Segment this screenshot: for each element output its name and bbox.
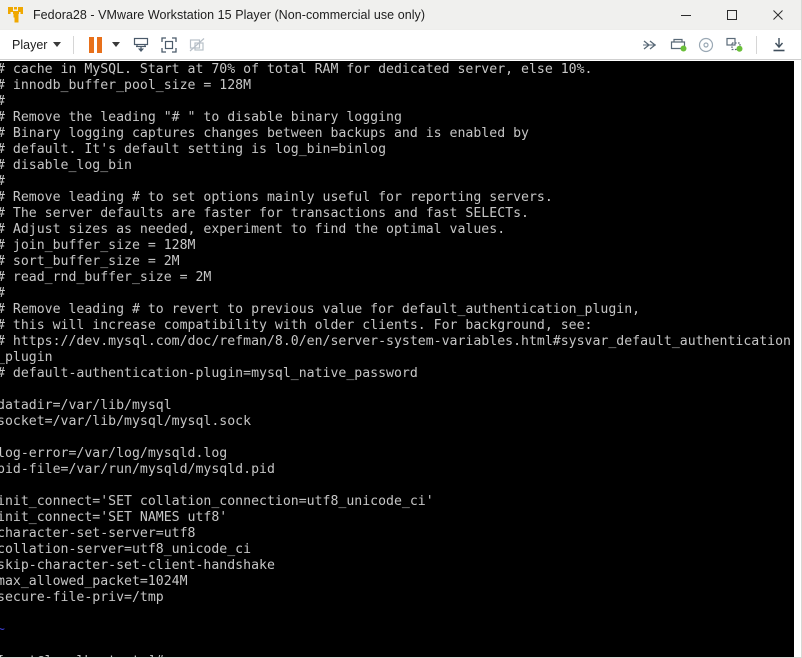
vim-tilde-marker: ~ bbox=[0, 622, 5, 637]
terminal-line: datadir=/var/lib/mysql bbox=[0, 398, 172, 413]
shell-prompt-line: [root@localhost etc]# bbox=[0, 654, 794, 657]
terminal-line: # The server defaults are faster for tra… bbox=[0, 206, 529, 221]
shell-prompt: [root@localhost etc]# bbox=[0, 654, 172, 657]
terminal-line: pid-file=/var/run/mysqld/mysqld.pid bbox=[0, 462, 275, 477]
terminal-line: # innodb_buffer_pool_size = 128M bbox=[0, 78, 252, 93]
network-adapter-icon bbox=[726, 37, 743, 52]
full-screen-icon bbox=[161, 36, 178, 53]
window-controls bbox=[663, 0, 801, 30]
terminal-line: init_connect='SET NAMES utf8' bbox=[0, 510, 228, 525]
terminal-line: # Binary logging captures changes betwee… bbox=[0, 126, 529, 141]
terminal-line: collation-server=utf8_unicode_ci bbox=[0, 542, 252, 557]
terminal-line: max_allowed_packet=1024M bbox=[0, 574, 188, 589]
terminal-line: character-set-server=utf8 bbox=[0, 526, 196, 541]
double-chevron-right-icon bbox=[643, 40, 657, 50]
terminal-line: # bbox=[0, 174, 794, 190]
toolbar-right-group bbox=[636, 30, 793, 60]
guest-terminal-screen[interactable]: # cache in MySQL. Start at 70% of total … bbox=[0, 61, 794, 657]
cd-dvd-drive-button[interactable] bbox=[693, 32, 719, 58]
vmware-logo-icon bbox=[8, 6, 23, 22]
maximize-button[interactable] bbox=[709, 0, 755, 30]
pause-button[interactable] bbox=[84, 32, 106, 58]
terminal-line: # disable_log_bin bbox=[0, 158, 132, 173]
terminal-line: # read_rnd_buffer_size = 2M bbox=[0, 270, 212, 285]
terminal-line: skip-character-set-client-handshake bbox=[0, 558, 275, 573]
usb-device-button[interactable] bbox=[766, 32, 792, 58]
terminal-line: # default. It's default setting is log_b… bbox=[0, 142, 387, 157]
terminal-line: log-error=/var/log/mysqld.log bbox=[0, 446, 228, 461]
close-button[interactable] bbox=[755, 0, 801, 30]
terminal-line: secure-file-priv=/tmp bbox=[0, 590, 164, 605]
download-usb-icon bbox=[773, 38, 785, 52]
terminal-line: # this will increase compatibility with … bbox=[0, 318, 593, 333]
send-ctrl-alt-del-button[interactable] bbox=[128, 32, 154, 58]
toolbar-divider bbox=[756, 36, 757, 54]
toolbar-divider bbox=[73, 35, 75, 54]
player-menu-label: Player bbox=[12, 37, 48, 52]
player-menu-button[interactable]: Player bbox=[8, 36, 65, 54]
network-adapter-button[interactable] bbox=[721, 32, 747, 58]
chevron-down-icon bbox=[53, 42, 62, 47]
terminal-line: # Remove the leading "# " to disable bin… bbox=[0, 110, 402, 125]
printer-icon bbox=[670, 38, 687, 52]
terminal-line: # bbox=[0, 286, 794, 302]
terminal-line: socket=/var/lib/mysql/mysql.sock bbox=[0, 414, 252, 429]
expand-toolbar-button[interactable] bbox=[637, 32, 663, 58]
terminal-line: # cache in MySQL. Start at 70% of total … bbox=[0, 62, 593, 77]
terminal-line: # https://dev.mysql.com/doc/refman/8.0/e… bbox=[0, 334, 791, 349]
terminal-line: # Adjust sizes as needed, experiment to … bbox=[0, 222, 506, 237]
terminal-line: # sort_buffer_size = 2M bbox=[0, 254, 180, 269]
terminal-line: init_connect='SET collation_connection=u… bbox=[0, 494, 434, 509]
window-title: Fedora28 - VMware Workstation 15 Player … bbox=[33, 7, 426, 22]
unity-mode-disabled-icon bbox=[190, 37, 205, 51]
toolbar: Player bbox=[0, 30, 801, 60]
terminal-line: # bbox=[0, 94, 794, 110]
terminal-line: # default-authentication-plugin=mysql_na… bbox=[0, 366, 418, 381]
vmware-player-window: Fedora28 - VMware Workstation 15 Player … bbox=[0, 0, 802, 658]
full-screen-button[interactable] bbox=[156, 32, 182, 58]
send-key-icon bbox=[134, 37, 149, 52]
minimize-button[interactable] bbox=[663, 0, 709, 30]
terminal-output: # cache in MySQL. Start at 70% of total … bbox=[0, 62, 794, 657]
terminal-line: # join_buffer_size = 128M bbox=[0, 238, 196, 253]
chevron-down-icon bbox=[112, 42, 121, 47]
cd-dvd-icon bbox=[698, 37, 714, 53]
terminal-line: # Remove leading # to set options mainly… bbox=[0, 190, 553, 205]
removable-devices-printer-button[interactable] bbox=[665, 32, 691, 58]
pause-icon bbox=[88, 36, 102, 53]
unity-mode-button[interactable] bbox=[184, 32, 210, 58]
title-bar: Fedora28 - VMware Workstation 15 Player … bbox=[0, 0, 801, 30]
pause-dropdown-button[interactable] bbox=[107, 42, 125, 47]
terminal-line: # Remove leading # to revert to previous… bbox=[0, 302, 641, 317]
terminal-line: _plugin bbox=[0, 350, 53, 365]
